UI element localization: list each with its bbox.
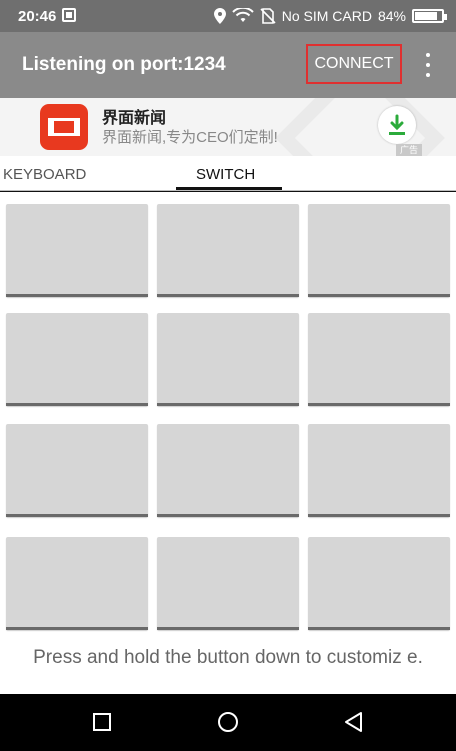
ad-app-logo <box>40 104 88 150</box>
switch-button[interactable] <box>6 204 148 297</box>
location-pin-icon <box>213 8 226 24</box>
recent-apps-button[interactable] <box>88 708 116 736</box>
notification-icon <box>62 8 76 22</box>
switch-button[interactable] <box>157 204 299 297</box>
hint-text: Press and hold the button down to custom… <box>33 647 423 668</box>
switch-button[interactable] <box>6 424 148 517</box>
sim-status: No SIM CARD <box>281 8 372 24</box>
switch-button[interactable] <box>308 424 450 517</box>
screen: 20:46 No SIM CARD 84% Listening on port:… <box>0 0 456 751</box>
navigation-bar <box>0 694 456 751</box>
battery-icon <box>412 9 447 23</box>
home-button[interactable] <box>214 708 242 736</box>
no-sim-icon <box>260 8 276 24</box>
wifi-icon <box>232 8 254 22</box>
tab-bar: KEYBOARD SWITCH <box>0 158 456 191</box>
ad-banner[interactable]: 界面新闻 界面新闻,专为CEO们定制! 广告 <box>0 98 456 156</box>
connect-button[interactable]: CONNECT <box>306 44 402 84</box>
ad-subtitle: 界面新闻,专为CEO们定制! <box>102 129 278 146</box>
ad-title: 界面新闻 <box>102 110 167 127</box>
back-button[interactable] <box>340 708 368 736</box>
status-bar: 20:46 No SIM CARD 84% <box>0 0 456 32</box>
switch-button[interactable] <box>157 537 299 630</box>
switch-button[interactable] <box>6 537 148 630</box>
switch-button[interactable] <box>308 204 450 297</box>
switch-button[interactable] <box>308 537 450 630</box>
download-button[interactable] <box>378 106 416 144</box>
square-icon <box>93 713 111 731</box>
tab-keyboard[interactable]: KEYBOARD <box>3 166 86 183</box>
app-title: Listening on port:1234 <box>22 54 226 75</box>
switch-button[interactable] <box>6 313 148 406</box>
status-time: 20:46 <box>18 8 57 25</box>
status-right: No SIM CARD 84% <box>213 0 447 32</box>
app-bar: Listening on port:1234 CONNECT <box>0 32 456 98</box>
switch-button[interactable] <box>157 424 299 517</box>
circle-icon <box>218 712 238 732</box>
tab-indicator <box>176 187 282 190</box>
divider <box>0 191 456 192</box>
ad-badge: 广告 <box>396 144 423 156</box>
back-triangle-icon <box>345 712 362 732</box>
tab-switch[interactable]: SWITCH <box>196 166 255 183</box>
switch-button[interactable] <box>308 313 450 406</box>
download-icon <box>389 114 405 135</box>
battery-percent: 84% <box>377 8 406 24</box>
switch-button[interactable] <box>157 313 299 406</box>
overflow-menu-icon[interactable] <box>420 50 436 80</box>
